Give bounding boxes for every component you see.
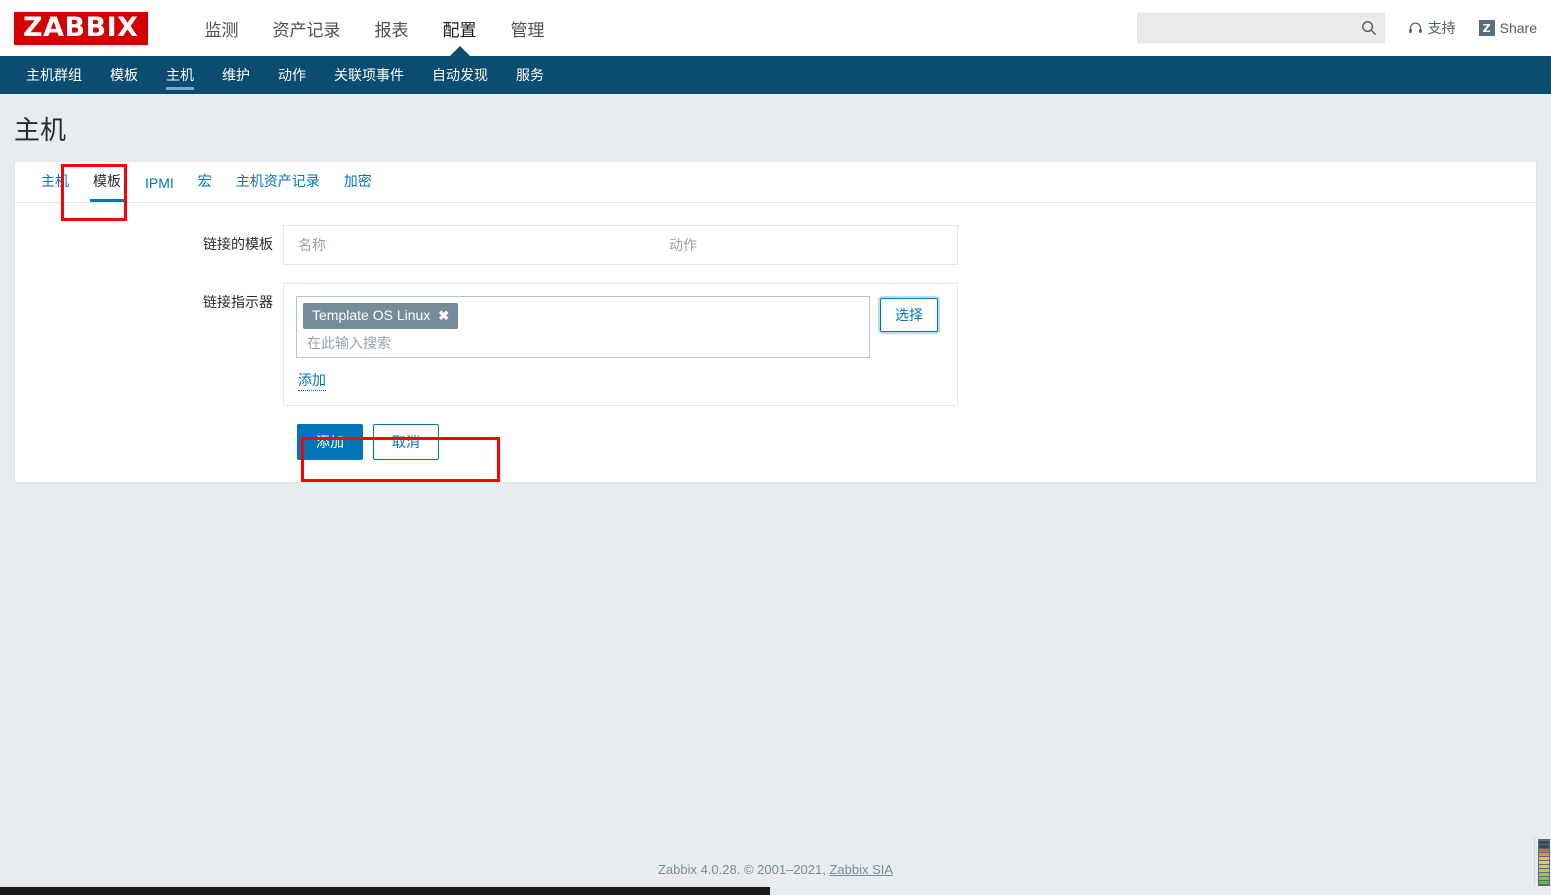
search-input[interactable] <box>1137 14 1384 42</box>
share-link[interactable]: Z Share <box>1478 20 1537 36</box>
footer: Zabbix 4.0.28. © 2001–2021, Zabbix SIA <box>0 862 1551 877</box>
main-nav-item-monitoring[interactable]: 监测 <box>188 0 256 56</box>
form-tabs: 主机 模板 IPMI 宏 主机资产记录 加密 <box>15 162 1536 203</box>
zabbix-logo[interactable]: ZABBIX <box>14 11 148 45</box>
footer-link-zabbix-sia[interactable]: Zabbix SIA <box>829 862 893 877</box>
subnav-item-actions[interactable]: 动作 <box>264 56 320 94</box>
footer-text: Zabbix 4.0.28. © 2001–2021, <box>657 862 830 877</box>
tab-templates[interactable]: 模板 <box>81 171 133 202</box>
horizontal-scrollbar-thumb[interactable] <box>0 887 770 895</box>
headset-icon <box>1408 22 1422 33</box>
host-form-panel: 主机 模板 IPMI 宏 主机资产记录 加密 链接的模板 名称 动作 链接指示器… <box>14 161 1537 483</box>
share-label: Share <box>1499 20 1537 36</box>
support-label: 支持 <box>1427 20 1456 36</box>
tab-ipmi[interactable]: IPMI <box>133 175 186 202</box>
zabbix-share-icon: Z <box>1478 20 1495 36</box>
horizontal-scrollbar[interactable] <box>0 886 1536 895</box>
templates-form: 链接的模板 名称 动作 链接指示器 Template OS Linux ✖ 在此… <box>15 203 1536 482</box>
close-icon[interactable]: ✖ <box>438 309 449 322</box>
tab-host-inventory[interactable]: 主机资产记录 <box>224 171 332 202</box>
main-nav-item-configuration[interactable]: 配置 <box>426 0 494 56</box>
subnav-item-host-groups[interactable]: 主机群组 <box>12 56 96 94</box>
minimap-bands <box>1538 839 1550 886</box>
linked-templates-label: 链接的模板 <box>203 236 273 252</box>
app-header: ZABBIX 监测 资产记录 报表 配置 管理 支持 Z Share <box>0 0 1551 56</box>
add-template-link[interactable]: 添加 <box>298 370 326 391</box>
form-actions: 添加 取消 <box>15 423 1536 482</box>
template-search-input[interactable] <box>303 328 863 353</box>
linked-templates-table: 名称 动作 <box>283 225 958 265</box>
page-title: 主机 <box>14 115 67 145</box>
subnav-item-event-correlation[interactable]: 关联项事件 <box>320 56 418 94</box>
template-chip[interactable]: Template OS Linux ✖ <box>303 303 459 329</box>
subnav-item-discovery[interactable]: 自动发现 <box>418 56 502 94</box>
column-header-action: 动作 <box>669 237 697 253</box>
link-new-templates-row: 链接指示器 Template OS Linux ✖ 选择 添加 <box>15 283 1536 406</box>
submit-add-button[interactable]: 添加 <box>297 423 363 460</box>
header-right-tools: 支持 Z Share <box>1136 0 1537 56</box>
main-nav-item-reports[interactable]: 报表 <box>358 0 426 56</box>
subnav-item-templates[interactable]: 模板 <box>96 56 152 94</box>
column-header-name: 名称 <box>298 237 326 253</box>
support-link[interactable]: 支持 <box>1408 18 1456 38</box>
main-nav-item-administration[interactable]: 管理 <box>494 0 562 56</box>
subnav-item-hosts[interactable]: 主机 <box>152 56 208 94</box>
subnav-item-services[interactable]: 服务 <box>502 56 558 94</box>
link-new-templates-box: Template OS Linux ✖ 选择 添加 <box>283 283 958 406</box>
template-chip-label: Template OS Linux <box>312 307 431 323</box>
link-new-templates-label: 链接指示器 <box>203 294 273 310</box>
subnav-item-maintenance[interactable]: 维护 <box>208 56 264 94</box>
select-button[interactable]: 选择 <box>880 298 938 332</box>
tab-host[interactable]: 主机 <box>29 171 81 202</box>
multiselect-wrap: Template OS Linux ✖ 选择 <box>296 296 945 358</box>
global-search[interactable] <box>1136 13 1385 43</box>
cancel-button[interactable]: 取消 <box>373 423 439 460</box>
tab-macros[interactable]: 宏 <box>186 171 224 202</box>
linked-templates-row: 链接的模板 名称 动作 <box>15 225 1536 265</box>
tab-encryption[interactable]: 加密 <box>332 171 384 202</box>
template-multiselect[interactable]: Template OS Linux ✖ <box>296 296 870 358</box>
main-nav-item-inventory[interactable]: 资产记录 <box>256 0 358 56</box>
scrollbar-minimap[interactable] <box>1534 836 1551 886</box>
sub-navigation: 主机群组 模板 主机 维护 动作 关联项事件 自动发现 服务 <box>0 56 1551 94</box>
main-navigation: 监测 资产记录 报表 配置 管理 <box>188 0 562 56</box>
